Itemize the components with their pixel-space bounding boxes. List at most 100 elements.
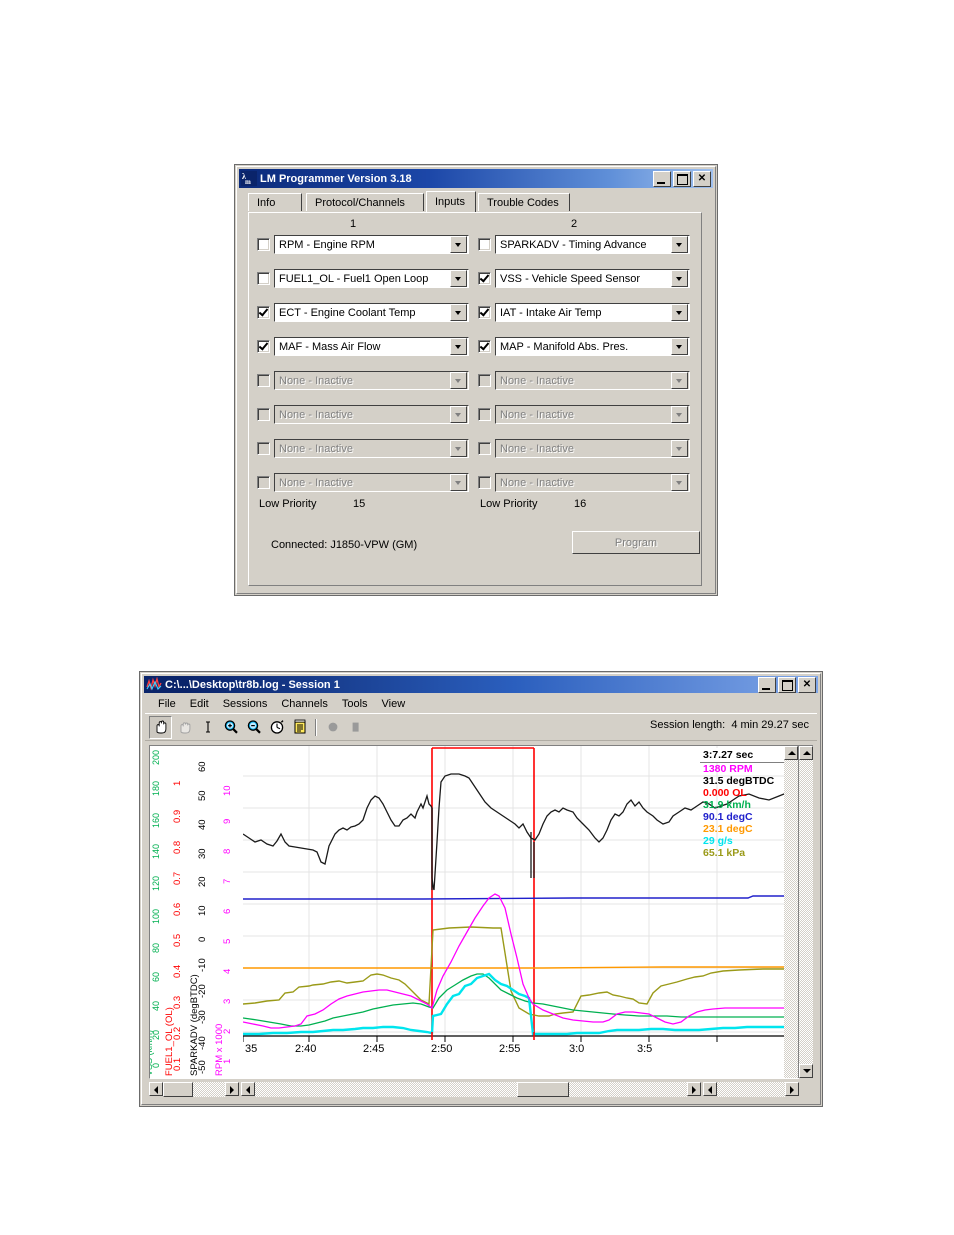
axis-scroll-right-button[interactable] [225, 1082, 239, 1096]
input-combo-16-value: None - Inactive [500, 476, 574, 489]
notepad-tool[interactable] [289, 717, 310, 738]
inputs-panel: 1 2 RPM - Engine RPM FUEL1_OL - Fuel1 Op… [248, 212, 702, 586]
input-row-12[interactable]: MAP - Manifold Abs. Pres. [478, 337, 690, 356]
chart-vertical-scrollbar[interactable] [798, 745, 813, 1078]
scroll-down-button[interactable] [799, 1064, 813, 1078]
lm-programmer-window[interactable]: λ m LM Programmer Version 3.18 Info Prot… [235, 165, 717, 595]
chart-scroll-right-button[interactable] [687, 1082, 701, 1096]
chevron-down-icon[interactable] [671, 304, 688, 321]
svg-text:40: 40 [151, 1001, 161, 1011]
readout-scroll-left-button[interactable] [703, 1082, 717, 1096]
chart-plot-box[interactable]: 0 20 40 60 80 100 120 140 160 180 200 0.… [149, 745, 799, 1079]
menu-edit[interactable]: Edit [183, 697, 216, 712]
chevron-down-icon[interactable] [450, 304, 467, 321]
input-combo-3[interactable]: ECT - Engine Coolant Temp [274, 303, 469, 322]
close-button[interactable] [693, 170, 711, 187]
low-priority-label-2: Low Priority [480, 498, 538, 510]
chevron-down-icon[interactable] [671, 236, 688, 253]
input-row-2[interactable]: FUEL1_OL - Fuel1 Open Loop [257, 269, 469, 288]
zoom-in-tool[interactable] [220, 717, 241, 738]
lm-logger-window[interactable]: C:\...\Desktop\tr8b.log - Session 1 File… [140, 672, 822, 1106]
input-row-1[interactable]: RPM - Engine RPM [257, 235, 469, 254]
input-row-6: None - Inactive [257, 405, 469, 424]
input-combo-2[interactable]: FUEL1_OL - Fuel1 Open Loop [274, 269, 469, 288]
axis-horizontal-scrollbar[interactable] [149, 1082, 239, 1097]
x-tick-6: 3:5 [637, 1043, 652, 1055]
maximize-button[interactable] [673, 170, 691, 187]
chart-scroll-left-button[interactable] [241, 1082, 255, 1096]
axis-scroll-trough[interactable] [193, 1082, 225, 1097]
chevron-down-icon[interactable] [671, 338, 688, 355]
axis-scroll-left-button[interactable] [149, 1082, 163, 1096]
programmer-body: Info Protocol/Channels Inputs Trouble Co… [240, 191, 712, 590]
readout-scroll-trough-h[interactable] [717, 1082, 785, 1097]
chart-horizontal-scrollbar[interactable] [241, 1082, 701, 1097]
tab-info[interactable]: Info [248, 193, 302, 211]
input-row-4[interactable]: MAF - Mass Air Flow [257, 337, 469, 356]
input-row-9[interactable]: SPARKADV - Timing Advance [478, 235, 690, 254]
readout-horizontal-scrollbar[interactable] [703, 1082, 799, 1097]
timer-clock-tool[interactable] [266, 717, 287, 738]
chevron-down-icon[interactable] [450, 338, 467, 355]
input-combo-14: None - Inactive [495, 405, 690, 424]
menu-channels[interactable]: Channels [274, 697, 334, 712]
input-checkbox-3[interactable] [257, 306, 270, 319]
programmer-title-bar[interactable]: λ m LM Programmer Version 3.18 [239, 169, 713, 188]
input-checkbox-10[interactable] [478, 272, 491, 285]
chart-scroll-trough-left[interactable] [255, 1082, 517, 1097]
svg-text:30: 30 [197, 848, 208, 859]
maximize-button[interactable] [778, 676, 796, 693]
input-row-5: None - Inactive [257, 371, 469, 390]
input-combo-4[interactable]: MAF - Mass Air Flow [274, 337, 469, 356]
logger-title-bar[interactable]: C:\...\Desktop\tr8b.log - Session 1 [144, 676, 818, 693]
input-row-10[interactable]: VSS - Vehicle Speed Sensor [478, 269, 690, 288]
readout-scroll-trough[interactable] [784, 760, 798, 1078]
svg-text:180: 180 [151, 781, 161, 796]
pan-hand-tool[interactable] [149, 715, 172, 739]
menu-file[interactable]: File [151, 697, 183, 712]
input-row-3[interactable]: ECT - Engine Coolant Temp [257, 303, 469, 322]
input-combo-12[interactable]: MAP - Manifold Abs. Pres. [495, 337, 690, 356]
chevron-down-icon[interactable] [450, 236, 467, 253]
svg-text:0.4: 0.4 [172, 965, 183, 978]
readout-fuel1ol: 0.000 OL [703, 787, 747, 799]
tab-trouble-codes[interactable]: Trouble Codes [478, 193, 570, 211]
close-button[interactable] [798, 676, 816, 693]
input-row-11[interactable]: IAT - Intake Air Temp [478, 303, 690, 322]
input-checkbox-9[interactable] [478, 238, 491, 251]
chevron-down-icon[interactable] [671, 270, 688, 287]
menu-view[interactable]: View [375, 697, 413, 712]
input-checkbox-2[interactable] [257, 272, 270, 285]
input-row-7: None - Inactive [257, 439, 469, 458]
input-combo-16: None - Inactive [495, 473, 690, 492]
vertical-scroll-trough[interactable] [799, 760, 813, 1064]
readout-scroll-up-button[interactable] [784, 746, 798, 760]
input-combo-9[interactable]: SPARKADV - Timing Advance [495, 235, 690, 254]
input-checkbox-11[interactable] [478, 306, 491, 319]
chart-scroll-trough-right[interactable] [569, 1082, 687, 1097]
chevron-down-icon [671, 440, 688, 457]
zoom-out-tool[interactable] [243, 717, 264, 738]
svg-text:3: 3 [222, 999, 233, 1004]
chevron-down-icon[interactable] [450, 270, 467, 287]
tab-protocol-channels[interactable]: Protocol/Channels [306, 193, 424, 211]
chart-scroll-thumb[interactable] [517, 1082, 569, 1097]
minimize-button[interactable] [653, 170, 671, 187]
tab-inputs[interactable]: Inputs [426, 191, 476, 212]
input-combo-15: None - Inactive [495, 439, 690, 458]
scroll-up-button[interactable] [799, 746, 813, 760]
input-combo-1[interactable]: RPM - Engine RPM [274, 235, 469, 254]
x-tick-0: 35 [245, 1043, 257, 1055]
input-combo-10[interactable]: VSS - Vehicle Speed Sensor [495, 269, 690, 288]
svg-text:-10: -10 [197, 958, 208, 972]
input-checkbox-4[interactable] [257, 340, 270, 353]
input-checkbox-12[interactable] [478, 340, 491, 353]
menu-sessions[interactable]: Sessions [216, 697, 275, 712]
menu-tools[interactable]: Tools [335, 697, 375, 712]
readout-scroll-right-button[interactable] [785, 1082, 799, 1096]
minimize-button[interactable] [758, 676, 776, 693]
text-cursor-tool[interactable] [197, 717, 218, 738]
input-combo-11[interactable]: IAT - Intake Air Temp [495, 303, 690, 322]
input-checkbox-1[interactable] [257, 238, 270, 251]
axis-scroll-thumb[interactable] [163, 1082, 193, 1097]
